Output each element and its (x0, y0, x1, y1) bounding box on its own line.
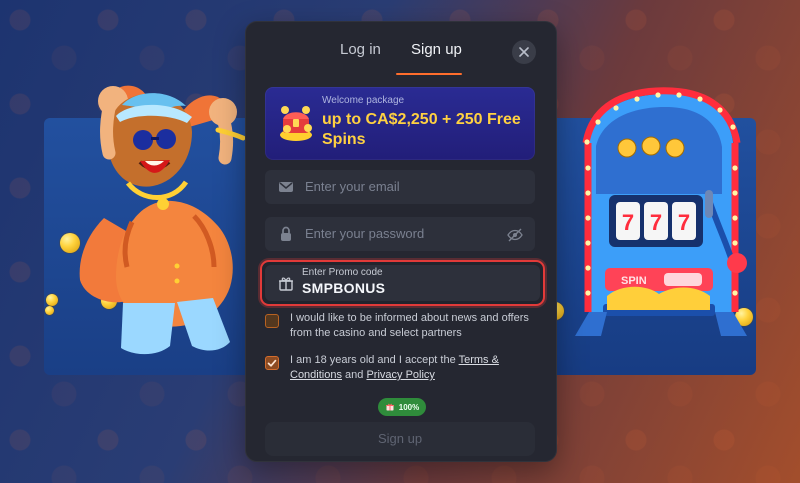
email-placeholder: Enter your email (305, 179, 400, 194)
gift-icon (385, 403, 394, 411)
age-consent-and: and (345, 369, 364, 381)
signup-button[interactable]: Sign up (265, 422, 535, 456)
promo-code-field[interactable]: Enter Promo code SMPBONUS (260, 260, 545, 306)
age-consent-row: I am 18 years old and I accept the Terms… (265, 353, 535, 387)
welcome-package-offer: up to CA$2,250 + 250 Free Spins (322, 111, 521, 148)
password-field[interactable]: Enter your password (265, 217, 535, 251)
slot-digit-1: 7 (622, 210, 634, 235)
age-consent-text: I am 18 years old and I accept the Terms… (290, 353, 535, 383)
privacy-link[interactable]: Privacy Policy (366, 369, 434, 381)
welcome-package-title: Welcome package (322, 95, 405, 106)
slot-digit-3: 7 (678, 210, 690, 235)
active-tab-indicator (396, 73, 462, 75)
password-placeholder: Enter your password (305, 226, 425, 241)
treasure-chest-icon (280, 106, 312, 141)
age-consent-checkbox[interactable] (265, 356, 279, 370)
welcome-package-card: Welcome package up to CA$2,250 + 250 Fre… (265, 87, 535, 160)
eye-off-icon[interactable] (506, 226, 524, 244)
mail-icon (279, 182, 293, 192)
tab-signup[interactable]: Sign up (411, 40, 462, 60)
slot-digit-2: 7 (650, 210, 662, 235)
auth-tabs: Log in Sign up (246, 40, 556, 76)
promo-code-value[interactable]: SMPBONUS (302, 280, 385, 296)
promo-code-label: Enter Promo code (302, 267, 383, 278)
close-button[interactable] (512, 40, 536, 64)
marketing-consent-text: I would like to be informed about news a… (290, 312, 529, 339)
close-icon (519, 47, 529, 57)
promo-progress-badge: 100% (378, 398, 426, 416)
marketing-consent-checkbox[interactable] (265, 314, 279, 328)
tab-login[interactable]: Log in (340, 40, 381, 60)
lion-character (79, 85, 246, 355)
slot-machine: 7 7 7 SPIN (575, 87, 747, 336)
auth-modal: Log in Sign up Welcome package up to CA$… (245, 21, 557, 462)
promo-progress-value: 100% (398, 402, 420, 412)
age-consent-prefix: I am 18 years old and I accept the (290, 354, 456, 366)
gift-icon (279, 277, 293, 291)
slot-spin-label: SPIN (621, 275, 647, 287)
lock-icon (281, 226, 291, 241)
marketing-consent-row: I would like to be informed about news a… (265, 311, 535, 345)
check-icon (267, 359, 277, 367)
email-field[interactable]: Enter your email (265, 170, 535, 204)
